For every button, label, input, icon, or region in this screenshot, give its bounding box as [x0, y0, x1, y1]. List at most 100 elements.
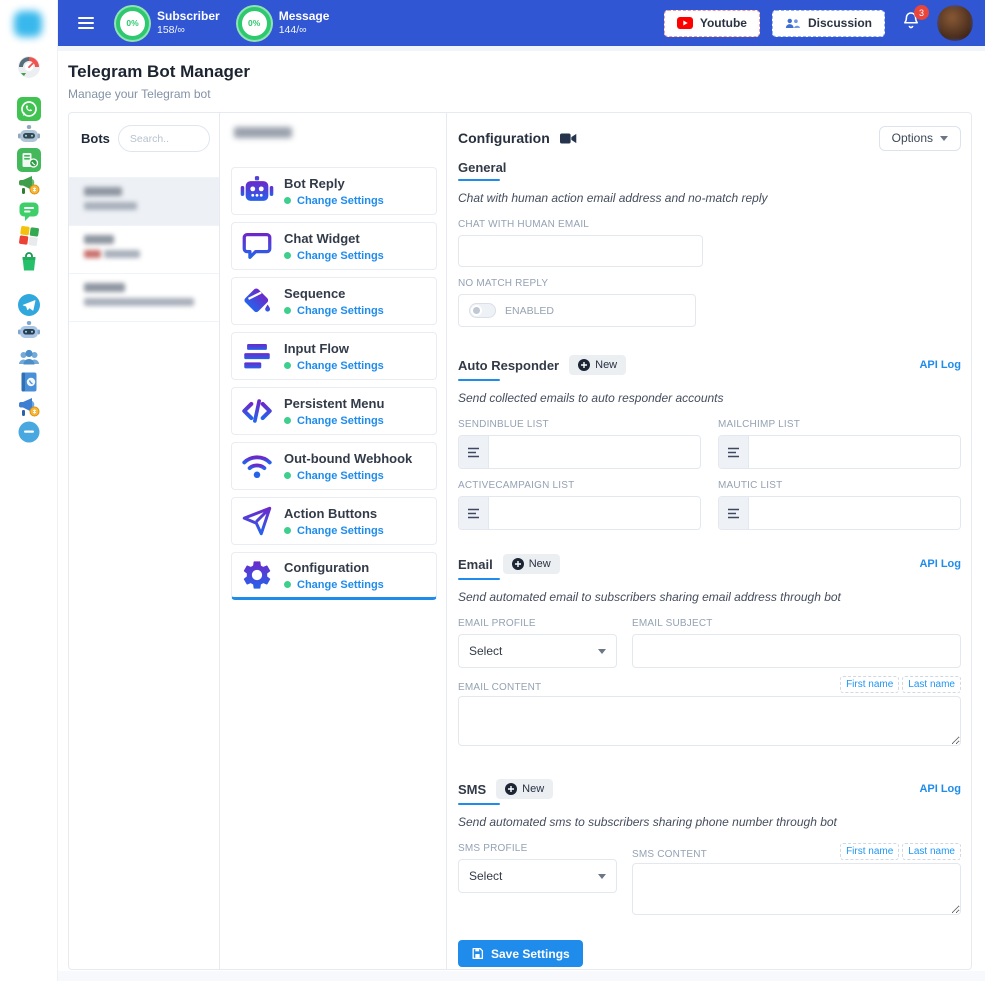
- tab-email[interactable]: Email: [458, 557, 493, 572]
- app-rail: [0, 0, 58, 981]
- whatsapp-chat-icon[interactable]: [17, 199, 41, 223]
- telegram-group-icon[interactable]: [17, 345, 41, 369]
- enabled-toggle-label: ENABLED: [505, 305, 554, 317]
- bot-list-item[interactable]: [69, 225, 219, 273]
- auto-responder-new-button[interactable]: New: [569, 355, 626, 375]
- status-dot: [284, 472, 291, 479]
- tab-sms[interactable]: SMS: [458, 782, 486, 797]
- menu-item-action-buttons[interactable]: Action Buttons Change Settings: [231, 497, 437, 545]
- bot-list-item[interactable]: [69, 273, 219, 321]
- auto-responder-api-log-link[interactable]: API Log: [919, 359, 961, 371]
- menu-toggle-icon[interactable]: [78, 17, 94, 29]
- user-avatar[interactable]: [937, 5, 973, 41]
- sms-description: Send automated sms to subscribers sharin…: [458, 815, 961, 829]
- bots-search-input[interactable]: [118, 125, 210, 152]
- change-settings-link[interactable]: Change Settings: [297, 470, 384, 482]
- menu-item-input-flow[interactable]: Input Flow Change Settings: [231, 332, 437, 380]
- youtube-icon: [677, 17, 693, 29]
- activecampaign-list-input[interactable]: [489, 497, 700, 529]
- menu-item-chat-widget[interactable]: Chat Widget Change Settings: [231, 222, 437, 270]
- email-description: Send automated email to subscribers shar…: [458, 590, 961, 604]
- top-bar: 0% Subscriber 158/∞ 0% Message 144/∞ You…: [58, 0, 985, 46]
- auto-responder-description: Send collected emails to auto responder …: [458, 391, 961, 405]
- email-subject-input[interactable]: [632, 634, 961, 668]
- integrations-icon[interactable]: [17, 224, 41, 248]
- email-content-textarea[interactable]: [458, 696, 961, 746]
- bots-panel-title: Bots: [81, 131, 110, 146]
- change-settings-link[interactable]: Change Settings: [297, 525, 384, 537]
- chevron-down-icon: [940, 136, 948, 141]
- telegram-icon[interactable]: [17, 293, 41, 317]
- telegram-chat-icon[interactable]: [17, 420, 41, 444]
- whatsapp-icon[interactable]: [17, 97, 41, 121]
- gear-icon: [240, 558, 274, 592]
- telegram-contacts-icon[interactable]: [17, 370, 41, 394]
- menu-item-configuration[interactable]: Configuration Change Settings: [231, 552, 437, 600]
- enabled-toggle[interactable]: [469, 303, 496, 318]
- change-settings-link[interactable]: Change Settings: [297, 250, 384, 262]
- shop-bag-icon[interactable]: [17, 249, 41, 273]
- sms-profile-label: SMS PROFILE: [458, 843, 617, 854]
- sms-api-log-link[interactable]: API Log: [919, 783, 961, 795]
- change-settings-link[interactable]: Change Settings: [297, 579, 384, 591]
- sms-content-textarea[interactable]: [632, 863, 961, 915]
- menu-item-outbound-webhook[interactable]: Out-bound Webhook Change Settings: [231, 442, 437, 490]
- discussion-button[interactable]: Discussion: [772, 10, 885, 37]
- robot-icon: [240, 174, 274, 208]
- configuration-panel: Configuration Options General Chat with …: [447, 113, 971, 969]
- notifications-button[interactable]: 3: [901, 10, 921, 36]
- whatsapp-broadcast-icon[interactable]: [17, 173, 41, 197]
- menu-item-persistent-menu[interactable]: Persistent Menu Change Settings: [231, 387, 437, 435]
- last-name-chip[interactable]: Last name: [902, 676, 961, 693]
- email-profile-select[interactable]: Select: [458, 634, 617, 668]
- sms-new-button[interactable]: New: [496, 779, 553, 799]
- change-settings-link[interactable]: Change Settings: [297, 305, 384, 317]
- notification-badge: 3: [914, 5, 929, 20]
- save-settings-button[interactable]: Save Settings: [458, 940, 583, 967]
- no-match-reply-label: NO MATCH REPLY: [458, 278, 961, 289]
- change-settings-link[interactable]: Change Settings: [297, 360, 384, 372]
- plus-circle-icon: [512, 558, 524, 570]
- configuration-title: Configuration: [458, 130, 550, 146]
- whatsapp-contacts-icon[interactable]: [17, 148, 41, 172]
- options-button[interactable]: Options: [879, 126, 961, 151]
- sms-profile-select[interactable]: Select: [458, 859, 617, 893]
- telegram-broadcast-icon[interactable]: [17, 395, 41, 419]
- bot-list-item-selected[interactable]: [69, 177, 219, 225]
- last-name-chip[interactable]: Last name: [902, 843, 961, 860]
- code-icon: [240, 394, 274, 428]
- list-picker-icon[interactable]: [459, 497, 489, 529]
- chat-with-human-email-input[interactable]: [458, 235, 703, 267]
- menu-item-sequence[interactable]: Sequence Change Settings: [231, 277, 437, 325]
- email-api-log-link[interactable]: API Log: [919, 558, 961, 570]
- youtube-button[interactable]: Youtube: [664, 10, 760, 37]
- list-picker-icon[interactable]: [459, 436, 489, 468]
- dashboard-icon[interactable]: [17, 55, 41, 79]
- chat-bubble-icon: [240, 229, 274, 263]
- tab-auto-responder[interactable]: Auto Responder: [458, 358, 559, 373]
- change-settings-link[interactable]: Change Settings: [297, 195, 384, 207]
- app-logo-icon[interactable]: [14, 11, 42, 37]
- page-title: Telegram Bot Manager: [68, 62, 250, 82]
- mailchimp-list-input[interactable]: [749, 436, 960, 468]
- list-picker-icon[interactable]: [719, 497, 749, 529]
- bots-panel: Bots: [69, 113, 220, 969]
- list-picker-icon[interactable]: [719, 436, 749, 468]
- subscriber-stat: 0% Subscriber 158/∞: [116, 7, 220, 40]
- whatsapp-bot-icon[interactable]: [17, 123, 41, 147]
- email-new-button[interactable]: New: [503, 554, 560, 574]
- sendinblue-list-input[interactable]: [489, 436, 700, 468]
- menu-item-bot-reply[interactable]: Bot Reply Change Settings: [231, 167, 437, 215]
- first-name-chip[interactable]: First name: [840, 676, 899, 693]
- telegram-bot-icon[interactable]: [17, 319, 41, 343]
- status-dot: [284, 362, 291, 369]
- sendinblue-list-label: SENDINBLUE LIST: [458, 419, 701, 430]
- tab-general[interactable]: General: [458, 160, 506, 175]
- first-name-chip[interactable]: First name: [840, 843, 899, 860]
- paper-plane-icon: [240, 504, 274, 538]
- status-dot: [284, 197, 291, 204]
- mautic-list-input[interactable]: [749, 497, 960, 529]
- change-settings-link[interactable]: Change Settings: [297, 415, 384, 427]
- active-tab-underline: [458, 578, 500, 580]
- video-tutorial-icon[interactable]: [560, 132, 577, 145]
